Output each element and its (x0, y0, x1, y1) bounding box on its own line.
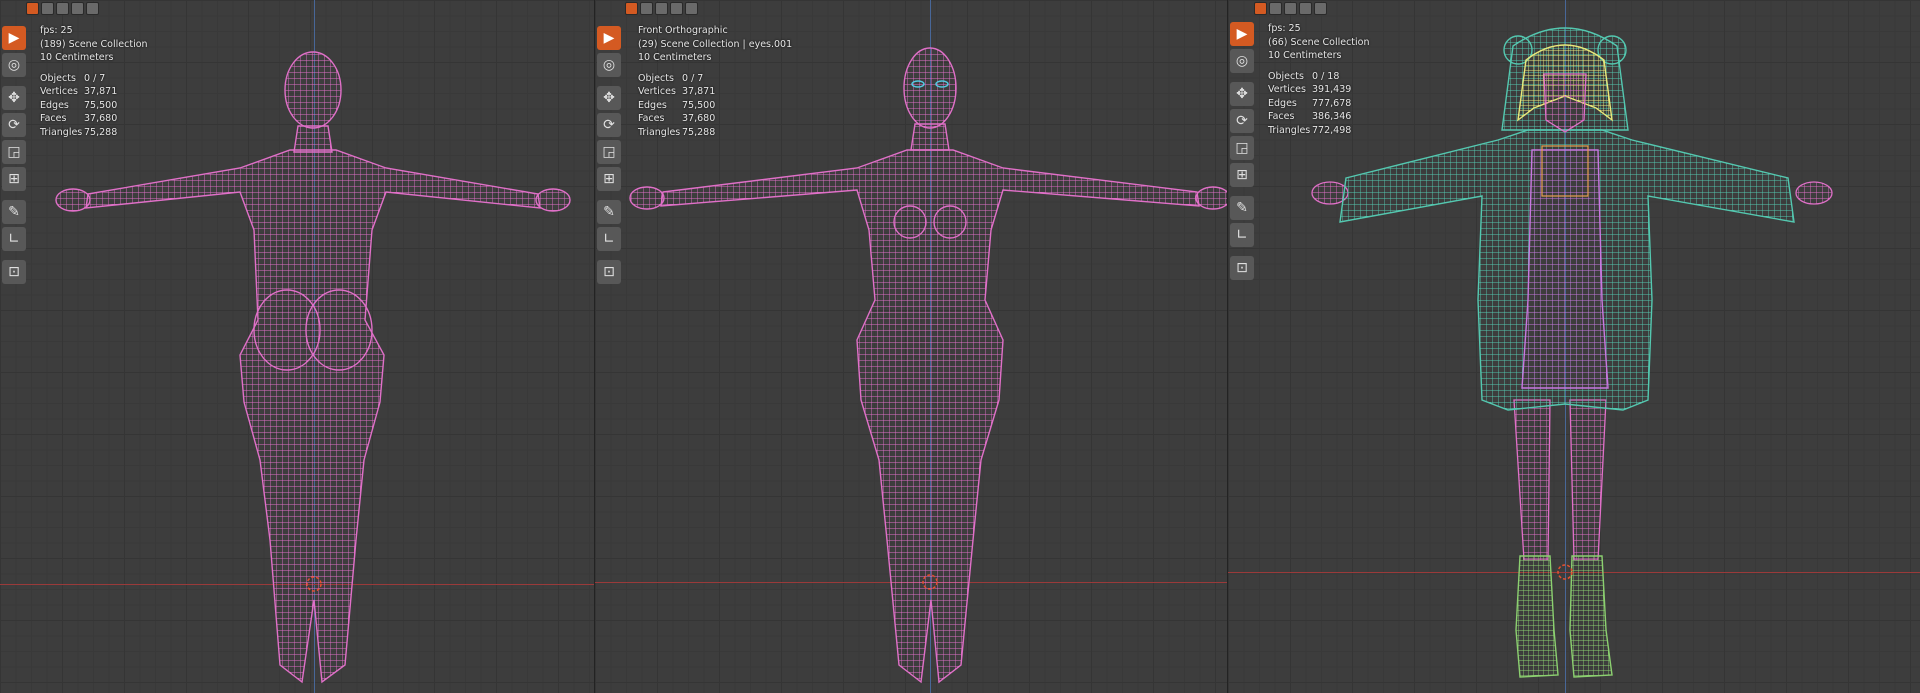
annotate-icon[interactable]: ✎ (1230, 196, 1254, 220)
stat-row: Objects 0 / 7 (40, 72, 106, 84)
overalls-mesh (1521, 149, 1609, 389)
tool-shelf: ▶ ◎ ✥ ⟳ ◲ ⊞ ✎ ∟ ⊡ (2, 26, 26, 284)
viewport-info-overlay: Front Orthographic (29) Scene Collection… (638, 24, 792, 139)
stat-row: Faces 386,346 (1268, 111, 1352, 122)
measure-icon[interactable]: ∟ (2, 227, 26, 251)
mode-button-3[interactable] (655, 2, 668, 15)
stat-row: Objects 0 / 18 (1268, 70, 1340, 82)
mode-button-2[interactable] (1269, 2, 1282, 15)
3d-cursor (1557, 564, 1573, 580)
tool-shelf: ▶ ◎ ✥ ⟳ ◲ ⊞ ✎ ∟ ⊡ (1230, 22, 1254, 280)
header-mode-buttons (1254, 2, 1327, 15)
scale-icon[interactable]: ◲ (1230, 136, 1254, 160)
info-line-1: Front Orthographic (638, 25, 728, 36)
measure-icon[interactable]: ∟ (597, 227, 621, 251)
info-line-2: (189) Scene Collection (40, 38, 148, 50)
mode-button-4[interactable] (71, 2, 84, 15)
stat-row: Edges 75,500 (638, 99, 716, 111)
move-icon[interactable]: ✥ (597, 86, 621, 110)
add-cube-icon[interactable]: ⊡ (1230, 256, 1254, 280)
mode-button-4[interactable] (1299, 2, 1312, 15)
viewport-clothed[interactable]: ▶ ◎ ✥ ⟳ ◲ ⊞ ✎ ∟ ⊡ fps: 25 (66) Scene Col… (1228, 0, 1920, 693)
select-box-icon[interactable]: ▶ (2, 26, 26, 50)
annotate-icon[interactable]: ✎ (2, 200, 26, 224)
stat-row: Vertices 37,871 (638, 86, 716, 97)
viewport-info-overlay: fps: 25 (189) Scene Collection 10 Centim… (40, 24, 148, 139)
move-icon[interactable]: ✥ (1230, 82, 1254, 106)
stat-row: Triangles 75,288 (638, 126, 716, 138)
header-mode-buttons (26, 2, 99, 15)
add-cube-icon[interactable]: ⊡ (2, 260, 26, 284)
mode-button-1[interactable] (1254, 2, 1267, 15)
measure-icon[interactable]: ∟ (1230, 223, 1254, 247)
cursor-icon[interactable]: ◎ (1230, 49, 1254, 73)
mode-button-1[interactable] (26, 2, 39, 15)
stat-row: Faces 37,680 (40, 113, 118, 124)
info-line-3: 10 Centimeters (40, 52, 114, 63)
transform-icon[interactable]: ⊞ (2, 167, 26, 191)
viewport-front[interactable]: ▶ ◎ ✥ ⟳ ◲ ⊞ ✎ ∟ ⊡ Front Orthographic (29… (595, 0, 1227, 693)
blender-multi-viewport: ▶ ◎ ✥ ⟳ ◲ ⊞ ✎ ∟ ⊡ fps: 25 (189) Scene Co… (0, 0, 1920, 693)
info-line-2: (66) Scene Collection (1268, 36, 1370, 48)
stat-row: Objects 0 / 7 (638, 72, 704, 84)
mode-button-5[interactable] (1314, 2, 1327, 15)
select-box-icon[interactable]: ▶ (597, 26, 621, 50)
select-box-icon[interactable]: ▶ (1230, 22, 1254, 46)
mode-button-5[interactable] (86, 2, 99, 15)
stat-row: Faces 37,680 (638, 113, 716, 124)
mode-button-5[interactable] (685, 2, 698, 15)
statistics: Objects 0 / 7 Vertices 37,871 Edges 75,500 … (40, 72, 148, 140)
mode-button-3[interactable] (56, 2, 69, 15)
statistics: Objects 0 / 18 Vertices 391,439 Edges 777,6… (1268, 70, 1370, 138)
mode-button-4[interactable] (670, 2, 683, 15)
info-line-2: (29) Scene Collection | eyes.001 (638, 38, 793, 50)
mode-button-2[interactable] (640, 2, 653, 15)
scale-icon[interactable]: ◲ (597, 140, 621, 164)
move-icon[interactable]: ✥ (2, 86, 26, 110)
tool-shelf: ▶ ◎ ✥ ⟳ ◲ ⊞ ✎ ∟ ⊡ (597, 26, 621, 284)
viewport-info-overlay: fps: 25 (66) Scene Collection 10 Centime… (1268, 22, 1370, 137)
stat-row: Vertices 37,871 (40, 86, 118, 97)
cursor-icon[interactable]: ◎ (597, 53, 621, 77)
mode-button-1[interactable] (625, 2, 638, 15)
mode-button-2[interactable] (41, 2, 54, 15)
info-line-1: fps: 25 (1268, 23, 1301, 34)
transform-icon[interactable]: ⊞ (597, 167, 621, 191)
info-line-3: 10 Centimeters (1268, 50, 1342, 61)
viewport-back[interactable]: ▶ ◎ ✥ ⟳ ◲ ⊞ ✎ ∟ ⊡ fps: 25 (189) Scene Co… (0, 0, 594, 693)
stat-row: Edges 75,500 (40, 99, 118, 111)
face-mesh (1543, 73, 1587, 133)
rotate-icon[interactable]: ⟳ (2, 113, 26, 137)
annotate-icon[interactable]: ✎ (597, 200, 621, 224)
cursor-icon[interactable]: ◎ (2, 53, 26, 77)
stat-row: Triangles 75,288 (40, 126, 118, 138)
stat-row: Triangles 772,498 (1268, 124, 1352, 136)
transform-icon[interactable]: ⊞ (1230, 163, 1254, 187)
add-cube-icon[interactable]: ⊡ (597, 260, 621, 284)
header-mode-buttons (625, 2, 698, 15)
info-line-1: fps: 25 (40, 25, 73, 36)
stat-row: Edges 777,678 (1268, 97, 1352, 109)
rotate-icon[interactable]: ⟳ (597, 113, 621, 137)
statistics: Objects 0 / 7 Vertices 37,871 Edges 75,500 … (638, 72, 792, 140)
rotate-icon[interactable]: ⟳ (1230, 109, 1254, 133)
info-line-3: 10 Centimeters (638, 52, 712, 63)
stat-row: Vertices 391,439 (1268, 84, 1352, 95)
scale-icon[interactable]: ◲ (2, 140, 26, 164)
mode-button-3[interactable] (1284, 2, 1297, 15)
